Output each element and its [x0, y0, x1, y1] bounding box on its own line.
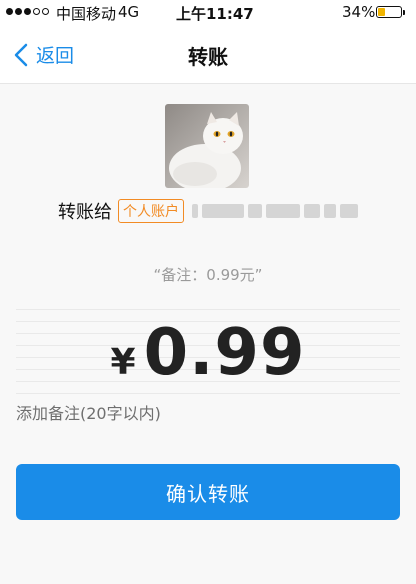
navigation-bar: 返回 转账	[0, 26, 416, 84]
memo-input[interactable]	[16, 402, 400, 424]
account-type-badge: 个人账户	[118, 199, 184, 223]
battery-tip	[403, 10, 405, 15]
amount-value: 0.99	[143, 316, 306, 390]
battery-icon	[376, 6, 402, 18]
status-bar: 中国移动 4G 上午11:47 34%	[0, 0, 416, 26]
memo-hint: “备注：0.99元”	[153, 266, 263, 284]
carrier-name: 中国移动	[56, 5, 117, 23]
recipient-avatar	[165, 104, 249, 188]
cat-photo-icon	[165, 104, 249, 188]
transfer-content: 转账给 个人账户 “备注：0.99元” ¥ 0.99 确认转账	[0, 84, 416, 584]
recipient-row: 转账给 个人账户	[58, 198, 358, 224]
status-time: 上午11:47	[176, 5, 254, 23]
recipient-prefix: 转账给	[58, 202, 112, 223]
recipient-name-redacted	[192, 204, 358, 218]
confirm-transfer-button[interactable]: 确认转账	[16, 464, 400, 520]
battery-percent: 34%	[342, 3, 376, 21]
signal-strength-icon	[6, 8, 49, 15]
currency-symbol: ¥	[110, 342, 136, 383]
page-title: 转账	[188, 45, 228, 69]
amount-area: ¥ 0.99	[16, 298, 400, 394]
amount-display: ¥ 0.99	[16, 316, 400, 390]
network-type: 4G	[118, 3, 140, 21]
